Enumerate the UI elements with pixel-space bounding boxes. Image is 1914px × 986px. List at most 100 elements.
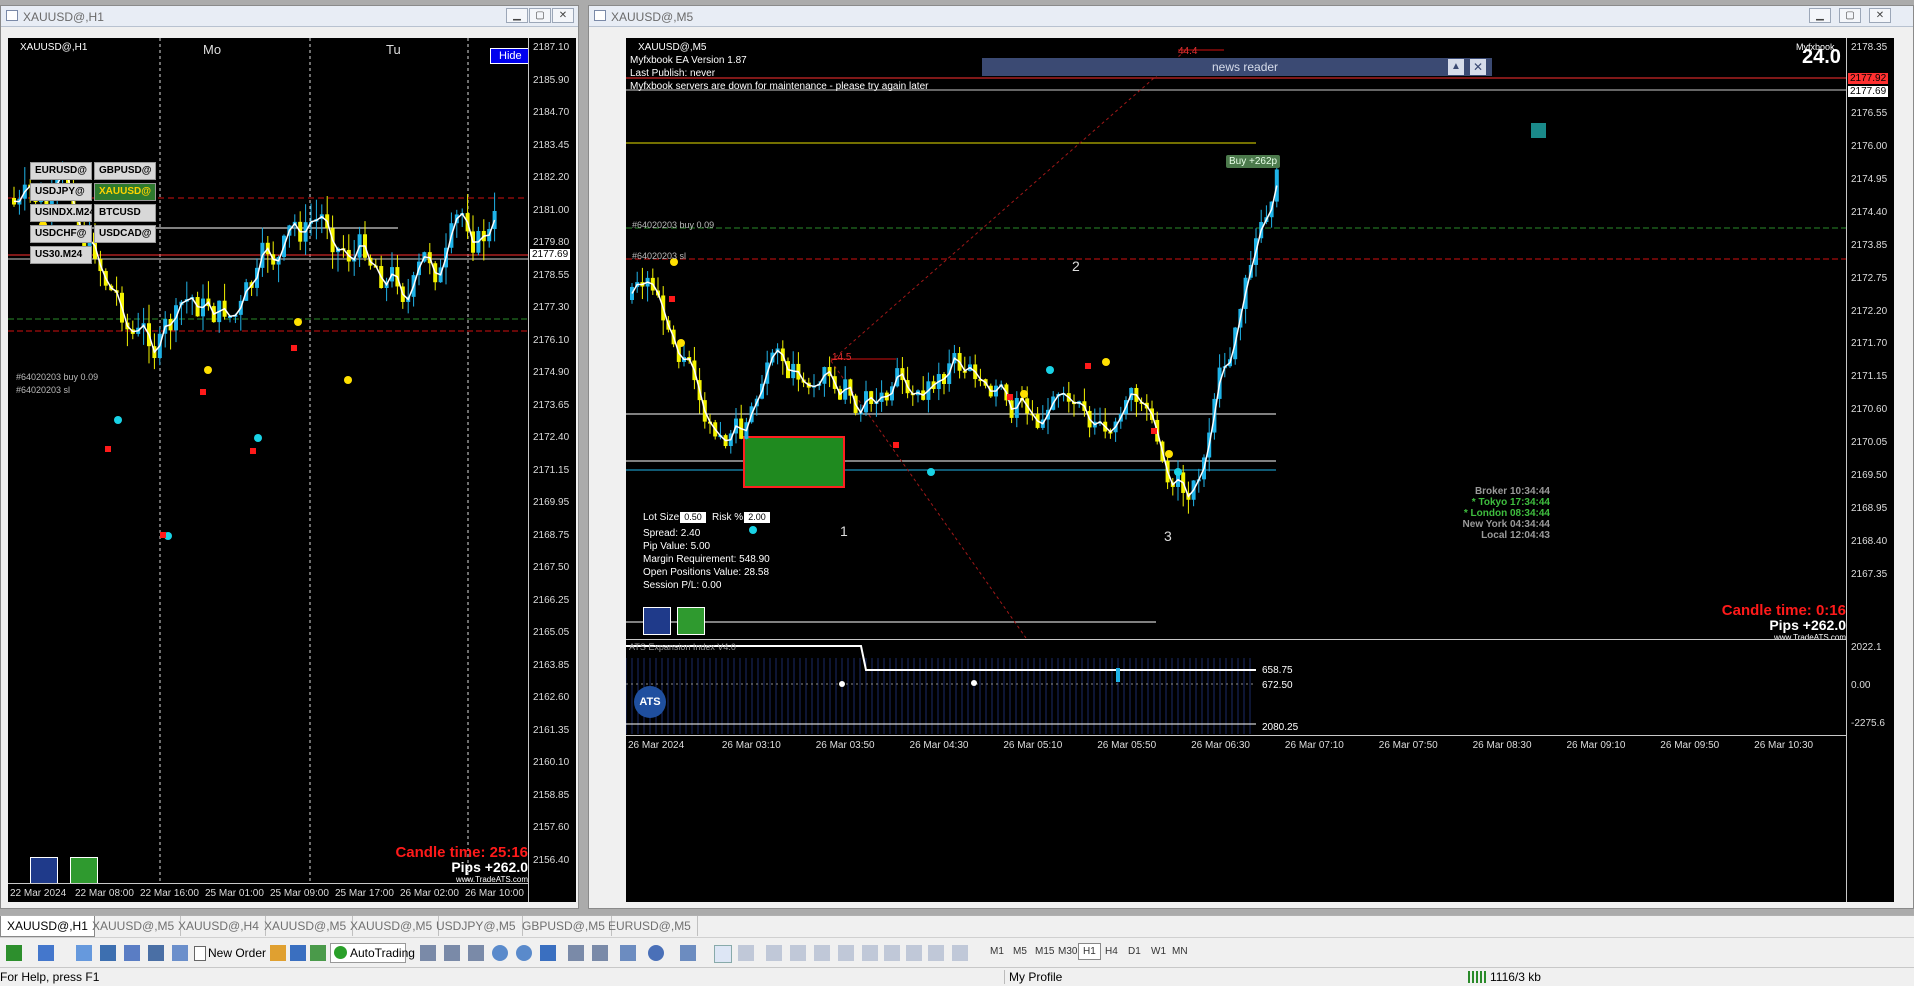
symbol-button-eurusd[interactable]: EURUSD@ (30, 162, 92, 180)
hide-button-visible[interactable]: Hide (490, 48, 531, 64)
chart-tab[interactable]: XAUUSD@,M5 (258, 916, 354, 936)
chart-tab[interactable]: XAUUSD@,M5 (86, 916, 182, 936)
trendline-icon[interactable] (814, 945, 830, 961)
maximize-button[interactable]: ▢ (529, 8, 551, 23)
timeframe-d1[interactable]: D1 (1128, 946, 1141, 957)
minimize-button[interactable]: ▁ (506, 8, 528, 23)
zoom-out-icon[interactable] (516, 945, 532, 961)
ea-version-line: Myfxbook EA Version 1.87 (630, 55, 747, 66)
close-button[interactable]: ✕ (1869, 8, 1891, 23)
symbol-button-usdchf[interactable]: USDCHF@ (30, 225, 92, 243)
price-scale-h1[interactable]: 2187.10 2185.90 2184.70 2183.45 2182.20 2181.… (528, 38, 576, 902)
timeframe-w1[interactable]: W1 (1151, 946, 1166, 957)
terminal-icon[interactable] (148, 945, 164, 961)
crosshair-icon[interactable] (643, 607, 671, 635)
crosshair-icon[interactable] (30, 857, 58, 885)
line-chart-icon[interactable] (468, 945, 484, 961)
symbol-button-usdjpy[interactable]: USDJPY@ (30, 183, 92, 201)
timeframe-h4[interactable]: H4 (1105, 946, 1118, 957)
symbol-button-usindx[interactable]: USINDX.M24 (30, 204, 95, 222)
session-name: * London (1463, 508, 1508, 519)
indicator-scale-label: 0.00 (1851, 680, 1871, 691)
price-tick-label: 2168.75 (533, 529, 570, 541)
chart-tab[interactable]: USDJPY@,M5 (430, 916, 523, 936)
candlestick-icon[interactable] (444, 945, 460, 961)
link-icon[interactable] (677, 607, 705, 635)
shapes-icon[interactable] (952, 945, 968, 961)
symbol-button-btcusd[interactable]: BTCUSD (94, 204, 156, 222)
indicators-icon[interactable] (620, 945, 636, 961)
time-scale-m5[interactable]: 26 Mar 2024 26 Mar 03:10 26 Mar 03:50 26 Ma… (626, 735, 1846, 756)
timeframe-h1[interactable]: H1 (1078, 943, 1101, 960)
link-icon[interactable] (70, 857, 98, 885)
tile-windows-icon[interactable] (540, 945, 556, 961)
data-window-icon[interactable] (100, 945, 116, 961)
expansion-index-panel[interactable]: ATS Expansion Index V4.0 ATS 658.75 672.… (626, 639, 1846, 734)
vertical-line-icon[interactable] (766, 945, 782, 961)
chart-screenshot-icon[interactable] (110, 857, 138, 885)
templates-icon[interactable] (680, 945, 696, 961)
collapse-up-icon[interactable]: ▲ (1448, 59, 1464, 75)
chart-tab[interactable]: XAUUSD@,M5 (344, 916, 440, 936)
symbol-button-xauusd[interactable]: XAUUSD@ (94, 183, 156, 201)
chart-tab[interactable]: XAUUSD@,H1 (0, 916, 95, 937)
bar-chart-icon[interactable] (420, 945, 436, 961)
strategy-tester-icon[interactable] (172, 945, 188, 961)
horizontal-line-icon[interactable] (790, 945, 806, 961)
timeframe-m1[interactable]: M1 (990, 946, 1004, 957)
close-button[interactable]: ✕ (552, 8, 574, 23)
market-watch-icon[interactable] (76, 945, 92, 961)
cursor-icon[interactable] (714, 945, 732, 963)
timeframe-m30[interactable]: M30 (1058, 946, 1077, 957)
time-scale-h1[interactable]: 22 Mar 2024 22 Mar 08:00 22 Mar 16:00 25 Ma… (8, 883, 528, 902)
symbol-button-gbpusd[interactable]: GBPUSD@ (94, 162, 156, 180)
chart-window-m5[interactable]: XAUUSD@,M5 ▁ ▢ ✕ XAUUSD@,M5 Myfxbook EA … (588, 5, 1914, 909)
signals-icon[interactable] (290, 945, 306, 961)
price-tick-label: 2183.45 (533, 139, 570, 151)
market-icon[interactable] (310, 945, 326, 961)
symbol-button-us30[interactable]: US30.M24 (30, 246, 92, 264)
window-titlebar[interactable]: XAUUSD@,H1 ▁ ▢ ✕ (1, 6, 578, 27)
news-reader-bar[interactable]: news reader ▲ ✕ (982, 58, 1492, 76)
arrows-icon[interactable] (928, 945, 944, 961)
symbol-button-usdcad[interactable]: USDCAD@ (94, 225, 156, 243)
text-tool-icon[interactable] (884, 945, 900, 961)
maximize-button[interactable]: ▢ (1839, 8, 1861, 23)
price-scale-m5[interactable]: 2178.352177.102176.552176.002174.952174.… (1846, 38, 1894, 902)
session-clock: Broker 10:34:44 * Tokyo 17:34:44 * Londo… (1446, 486, 1550, 541)
metaeditor-icon[interactable] (270, 945, 286, 961)
timeframe-m5[interactable]: M5 (1013, 946, 1027, 957)
chart-window-h1[interactable]: XAUUSD@,H1 ▁ ▢ ✕ XAUUSD@,H1 Mo Tu Hide E… (0, 5, 579, 909)
chart-tab[interactable]: XAUUSD@,H4 (172, 916, 266, 936)
price-chart-h1[interactable]: XAUUSD@,H1 Mo Tu Hide EURUSD@ GBPUSD@ US… (8, 38, 576, 902)
timeframe-mn[interactable]: MN (1172, 946, 1188, 957)
new-chart-icon[interactable] (6, 945, 22, 961)
chart-shift-icon[interactable] (592, 945, 608, 961)
window-titlebar[interactable]: XAUUSD@,M5 ▁ ▢ ✕ (589, 6, 1913, 27)
timeframe-m15[interactable]: M15 (1035, 946, 1054, 957)
price-chart-m5[interactable]: XAUUSD@,M5 Myfxbook EA Version 1.87 Last… (626, 38, 1894, 902)
auto-trading-button[interactable]: AutoTrading (330, 943, 415, 963)
time-tick-label: 26 Mar 05:50 (1097, 740, 1157, 751)
chart-tab[interactable]: GBPUSD@,M5 (516, 916, 612, 936)
new-order-label: New Order (208, 946, 267, 960)
zoom-in-icon[interactable] (492, 945, 508, 961)
ats-logo-icon: ATS (634, 686, 666, 718)
signal-marker (250, 448, 256, 454)
periods-clock-icon[interactable] (648, 945, 664, 961)
crosshair-tool-icon[interactable] (738, 945, 754, 961)
chart-tab[interactable]: EURUSD@,M5 (602, 916, 698, 936)
fibonacci-icon[interactable] (862, 945, 878, 961)
minimize-button[interactable]: ▁ (1809, 8, 1831, 23)
signal-marker (1007, 394, 1013, 400)
lot-size-input[interactable]: 0.50 (680, 512, 706, 523)
text-label-icon[interactable] (906, 945, 922, 961)
risk-input[interactable]: 2.00 (744, 512, 770, 523)
close-icon[interactable]: ✕ (1470, 59, 1486, 75)
navigator-icon[interactable] (124, 945, 140, 961)
autoscroll-icon[interactable] (568, 945, 584, 961)
chart-screenshot-icon[interactable] (711, 607, 739, 635)
status-profile[interactable]: My Profile (1004, 970, 1062, 984)
profiles-icon[interactable] (38, 945, 54, 961)
channel-icon[interactable] (838, 945, 854, 961)
